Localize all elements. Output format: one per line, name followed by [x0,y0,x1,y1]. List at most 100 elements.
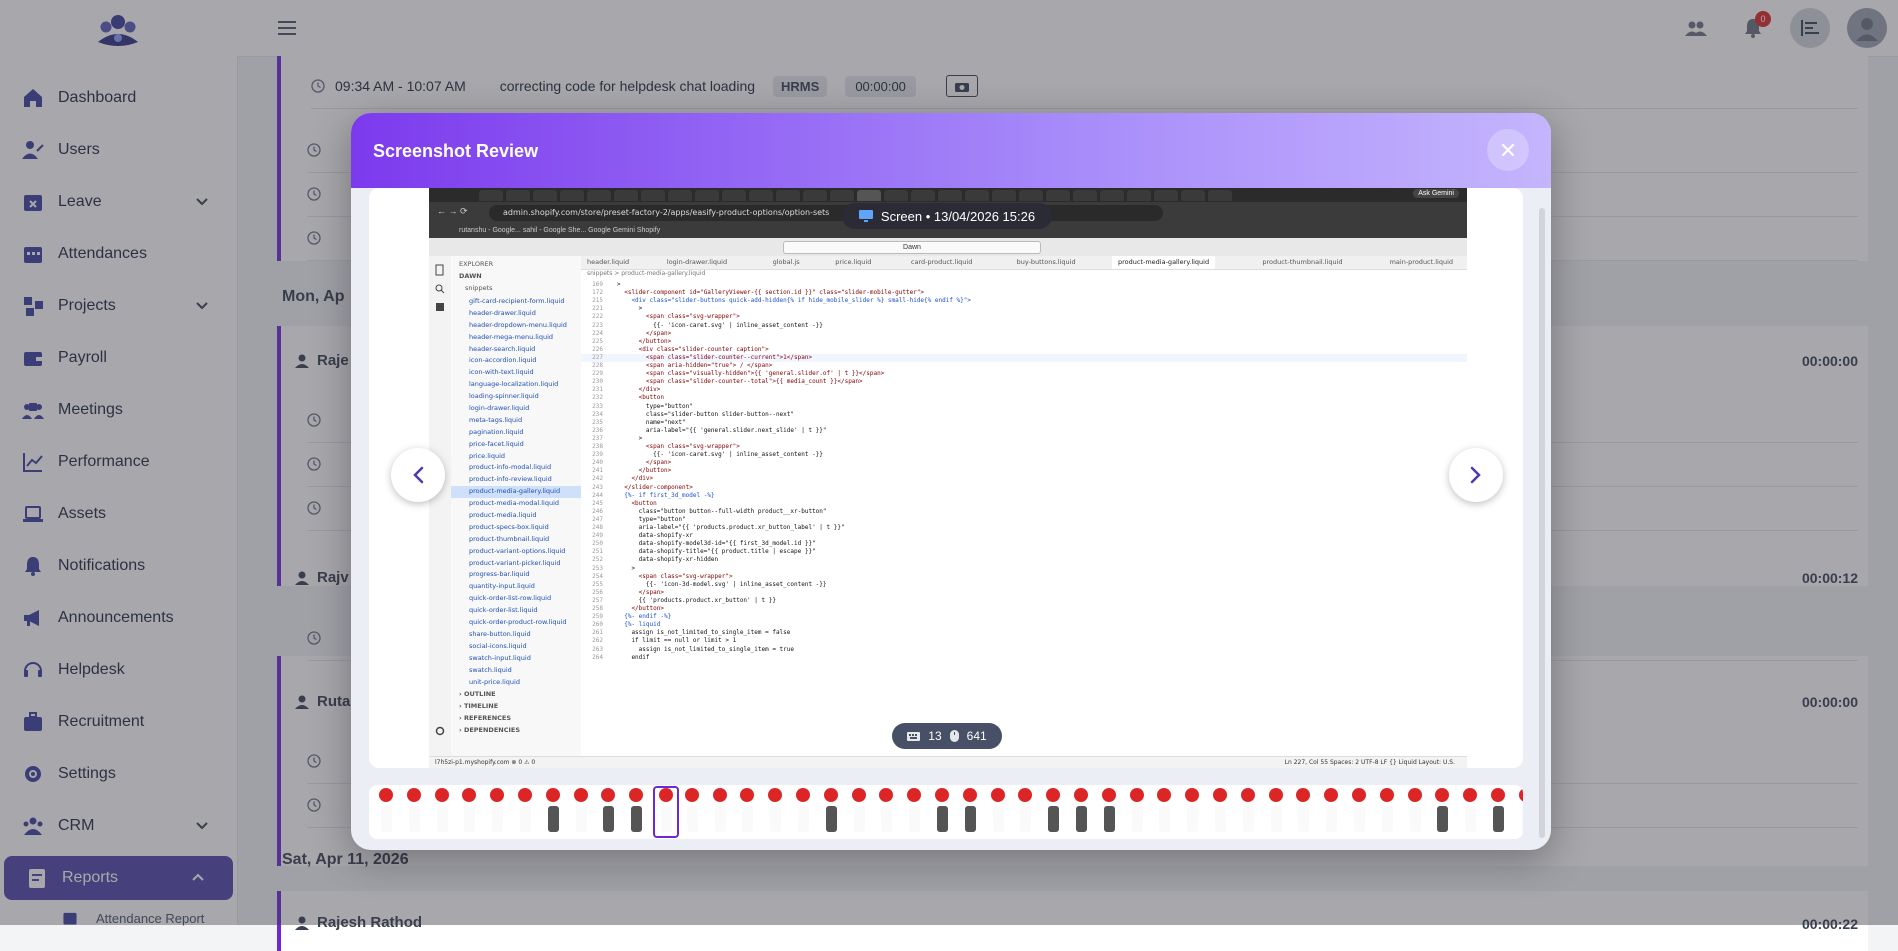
screenshot-thumbnail[interactable] [1292,788,1315,836]
screenshot-thumbnail[interactable] [402,788,425,836]
explorer-section[interactable]: › OUTLINE [451,688,581,700]
screenshot-thumbnail[interactable] [458,788,481,836]
previous-screenshot-button[interactable] [391,448,445,502]
screenshot-thumbnail[interactable] [1459,788,1482,836]
delete-thumbnail-button[interactable] [659,788,673,802]
explorer-file[interactable]: icon-with-text.liquid [451,367,581,379]
delete-thumbnail-button[interactable] [684,788,699,802]
screenshot-image[interactable]: Ask Gemini ← → ⟳ admin.shopify.com/store… [429,188,1467,768]
delete-thumbnail-button[interactable] [1046,788,1061,802]
delete-thumbnail-button[interactable] [823,788,838,802]
delete-thumbnail-button[interactable] [1018,788,1033,802]
editor-tab[interactable]: price.liquid [829,256,877,269]
explorer-file[interactable]: swatch-input.liquid [451,653,581,665]
explorer-file[interactable]: pagination.liquid [451,427,581,439]
delete-thumbnail-button[interactable] [1296,788,1311,802]
screenshot-thumbnail[interactable] [958,788,981,836]
editor-tab[interactable]: login-drawer.liquid [661,256,733,269]
explorer-file[interactable]: loading-spinner.liquid [451,391,581,403]
explorer-file[interactable]: product-thumbnail.liquid [451,534,581,546]
screenshot-thumbnail[interactable] [541,788,564,836]
delete-thumbnail-button[interactable] [935,788,949,802]
delete-thumbnail-button[interactable] [712,788,727,802]
screenshot-thumbnail[interactable] [986,788,1009,836]
screenshot-thumbnail[interactable] [708,788,731,836]
screenshot-thumbnail[interactable] [625,788,648,836]
editor-tab[interactable]: product-thumbnail.liquid [1256,256,1348,269]
screenshot-thumbnail[interactable] [1097,788,1120,836]
delete-thumbnail-button[interactable] [907,788,922,802]
explorer-file[interactable]: product-variant-picker.liquid [451,558,581,570]
explorer-section[interactable]: › TIMELINE [451,700,581,712]
explorer-file[interactable]: product-media-modal.liquid [451,498,581,510]
explorer-file[interactable]: quantity-input.liquid [451,581,581,593]
explorer-file[interactable]: product-specs-box.liquid [451,522,581,534]
explorer-file[interactable]: product-info-modal.liquid [451,462,581,474]
delete-thumbnail-button[interactable] [1240,788,1255,802]
screenshot-thumbnail[interactable] [569,788,592,836]
screenshot-thumbnail[interactable] [1514,788,1523,836]
screenshot-thumbnail[interactable] [819,788,842,836]
delete-thumbnail-button[interactable] [406,788,421,802]
screenshot-thumbnail[interactable] [653,786,679,838]
delete-thumbnail-button[interactable] [573,788,588,802]
editor-tab[interactable]: product-media-gallery.liquid [1112,256,1216,269]
delete-thumbnail-button[interactable] [796,788,810,802]
explorer-file[interactable]: social-icons.liquid [451,641,581,653]
explorer-file[interactable]: price-facet.liquid [451,439,581,451]
screenshot-thumbnail[interactable] [1181,788,1204,836]
delete-thumbnail-button[interactable] [1101,788,1116,802]
explorer-section[interactable]: › DEPENDENCIES [451,724,581,736]
screenshot-thumbnail[interactable] [1236,788,1259,836]
explorer-file[interactable]: meta-tags.liquid [451,415,581,427]
delete-thumbnail-button[interactable] [1129,788,1144,802]
delete-thumbnail-button[interactable] [1157,788,1172,802]
delete-thumbnail-button[interactable] [629,788,644,802]
explorer-file[interactable]: icon-accordion.liquid [451,355,581,367]
screenshot-thumbnail[interactable] [875,788,898,836]
explorer-file[interactable]: product-media.liquid [451,510,581,522]
explorer-file[interactable]: product-variant-options.liquid [451,546,581,558]
screenshot-thumbnail[interactable] [1070,788,1092,836]
delete-thumbnail-button[interactable] [1518,788,1523,802]
screenshot-thumbnail[interactable] [375,788,397,836]
explorer-file[interactable]: gift-card-recipient-form.liquid [451,296,581,308]
delete-thumbnail-button[interactable] [1463,788,1478,802]
editor-tab[interactable]: header.liquid [581,256,635,269]
explorer-section[interactable]: › REFERENCES [451,712,581,724]
close-button[interactable] [1487,129,1529,171]
explorer-file[interactable]: share-button.liquid [451,629,581,641]
delete-thumbnail-button[interactable] [1379,788,1394,802]
delete-thumbnail-button[interactable] [740,788,755,802]
screenshot-thumbnail[interactable] [1125,788,1148,836]
delete-thumbnail-button[interactable] [1185,788,1200,802]
editor-tab[interactable]: global.js [767,256,806,269]
screenshot-thumbnail[interactable] [764,788,787,836]
editor-tab[interactable]: buy-buttons.liquid [1011,256,1082,269]
explorer-file[interactable]: product-media-gallery.liquid [451,486,581,499]
screenshot-thumbnail[interactable] [847,788,870,836]
explorer-file[interactable]: swatch.liquid [451,665,581,677]
screenshot-thumbnail[interactable] [1348,788,1370,836]
delete-thumbnail-button[interactable] [490,788,505,802]
screenshot-thumbnail[interactable] [486,788,509,836]
explorer-file[interactable]: quick-order-list-row.liquid [451,593,581,605]
explorer-file[interactable]: product-info-review.liquid [451,474,581,486]
explorer-file[interactable]: header-drawer.liquid [451,308,581,320]
screenshot-thumbnail[interactable] [1403,788,1426,836]
delete-thumbnail-button[interactable] [768,788,783,802]
delete-thumbnail-button[interactable] [1491,788,1505,802]
delete-thumbnail-button[interactable] [1435,788,1450,802]
editor-tab[interactable]: main-product.liquid [1384,256,1459,269]
explorer-file[interactable]: quick-order-list.liquid [451,605,581,617]
delete-thumbnail-button[interactable] [1213,788,1227,802]
explorer-file[interactable]: language-localization.liquid [451,379,581,391]
explorer-file[interactable]: price.liquid [451,451,581,463]
delete-thumbnail-button[interactable] [601,788,616,802]
explorer-file[interactable]: header-search.liquid [451,344,581,356]
screenshot-thumbnail[interactable] [680,788,703,836]
screenshot-thumbnail[interactable] [1431,788,1454,836]
delete-thumbnail-button[interactable] [462,788,477,802]
screenshot-thumbnail[interactable] [1014,788,1037,836]
screenshot-thumbnail[interactable] [792,788,814,836]
